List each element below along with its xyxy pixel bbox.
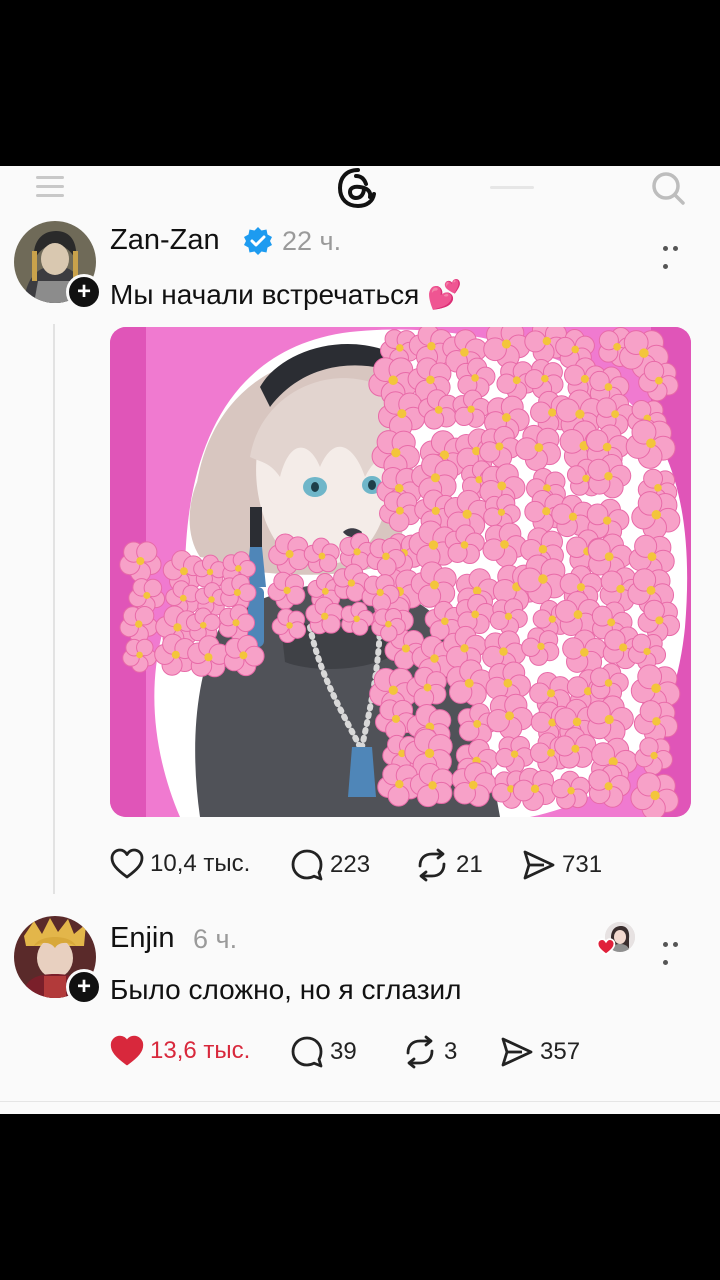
reply-text: Было сложно, но я сглазил bbox=[110, 974, 462, 1005]
reply-reply-count: 39 bbox=[330, 1038, 357, 1065]
send-icon bbox=[501, 1037, 533, 1067]
reply-more-icon[interactable] bbox=[663, 934, 691, 965]
bottom-divider bbox=[0, 1101, 720, 1102]
comment-icon bbox=[291, 1036, 323, 1068]
post-reply-button[interactable]: 223 bbox=[290, 848, 370, 882]
author-username[interactable]: Zan-Zan bbox=[110, 224, 220, 257]
post-more-icon[interactable] bbox=[663, 238, 691, 269]
post-text-content: Мы начали встречаться bbox=[110, 279, 420, 310]
top-divider bbox=[490, 186, 534, 189]
reply-repost-button[interactable]: 3 bbox=[402, 1035, 457, 1069]
reply-like-button[interactable]: 13,6 тыс. bbox=[110, 1035, 250, 1067]
verified-badge-icon bbox=[244, 227, 272, 255]
send-icon bbox=[523, 850, 555, 880]
post-time: 22 ч. bbox=[282, 226, 342, 256]
post-repost-count: 21 bbox=[456, 851, 483, 878]
search-icon[interactable] bbox=[650, 170, 686, 206]
comment-icon bbox=[291, 849, 323, 881]
reply-like-count: 13,6 тыс. bbox=[150, 1037, 251, 1064]
top-bar bbox=[0, 166, 720, 210]
threads-logo-icon[interactable] bbox=[334, 166, 382, 210]
post-like-count: 10,4 тыс. bbox=[150, 850, 251, 877]
reply-follow-plus-badge[interactable]: + bbox=[66, 969, 102, 1005]
post-like-button[interactable]: 10,4 тыс. bbox=[110, 848, 250, 880]
reply-time: 6 ч. bbox=[193, 924, 238, 954]
post-reply-count: 223 bbox=[330, 851, 371, 878]
post-text: Мы начали встречаться 💕 bbox=[110, 278, 462, 311]
threads-screen: + Zan-Zan 22 ч. Мы начали встречаться 💕 bbox=[0, 166, 720, 1114]
heart-icon bbox=[110, 848, 144, 879]
post-image[interactable] bbox=[110, 327, 691, 817]
reply-share-button[interactable]: 357 bbox=[500, 1035, 580, 1069]
follow-plus-badge[interactable]: + bbox=[66, 274, 102, 310]
heart-filled-icon bbox=[110, 1035, 144, 1066]
post-repost-button[interactable]: 21 bbox=[414, 848, 483, 882]
hearts-emoji: 💕 bbox=[427, 279, 462, 310]
reply-share-count: 357 bbox=[540, 1038, 581, 1065]
menu-icon[interactable] bbox=[36, 176, 64, 198]
post-share-count: 731 bbox=[562, 851, 603, 878]
reply-repost-count: 3 bbox=[444, 1038, 458, 1065]
post-share-button[interactable]: 731 bbox=[522, 848, 602, 882]
repost-icon bbox=[406, 1035, 434, 1069]
liked-heart-icon bbox=[596, 938, 616, 956]
thread-line bbox=[53, 324, 55, 894]
repost-icon bbox=[418, 848, 446, 882]
reply-author-username[interactable]: Enjin bbox=[110, 922, 175, 955]
reply-reply-button[interactable]: 39 bbox=[290, 1035, 357, 1069]
